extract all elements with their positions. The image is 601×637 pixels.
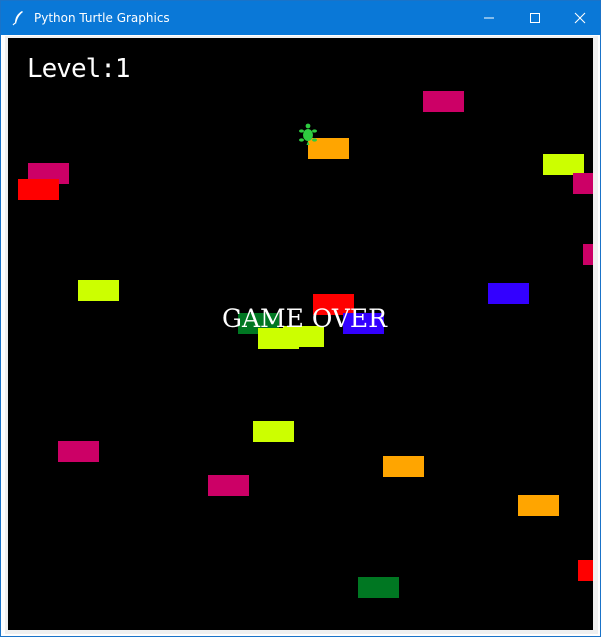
car: [543, 154, 584, 175]
car: [358, 577, 399, 598]
window-title: Python Turtle Graphics: [34, 11, 170, 25]
title-bar[interactable]: Python Turtle Graphics: [1, 1, 600, 35]
car: [208, 475, 249, 496]
car: [383, 456, 424, 477]
feather-icon: [12, 11, 23, 26]
car: [578, 560, 593, 581]
car: [58, 441, 99, 462]
car: [583, 244, 593, 265]
minimize-icon: [484, 17, 494, 19]
close-icon: [574, 12, 586, 24]
level-label: Level:1: [27, 54, 131, 84]
turtle-window: Python Turtle Graphics Level:1 GAME OVER: [0, 0, 601, 637]
car: [573, 173, 593, 194]
car: [488, 283, 529, 304]
maximize-icon: [530, 13, 540, 23]
minimize-button[interactable]: [466, 1, 512, 35]
turtle-player-icon: [299, 123, 317, 145]
canvas-scroll-edge: [593, 36, 598, 634]
car: [18, 179, 59, 200]
car: [253, 421, 294, 442]
car: [423, 91, 464, 112]
game-over-text: GAME OVER: [222, 304, 388, 333]
car: [518, 495, 559, 516]
game-canvas[interactable]: Level:1 GAME OVER: [8, 38, 593, 630]
car: [78, 280, 119, 301]
close-button[interactable]: [557, 1, 601, 35]
canvas-frame: Level:1 GAME OVER: [5, 36, 598, 634]
maximize-button[interactable]: [512, 1, 558, 35]
